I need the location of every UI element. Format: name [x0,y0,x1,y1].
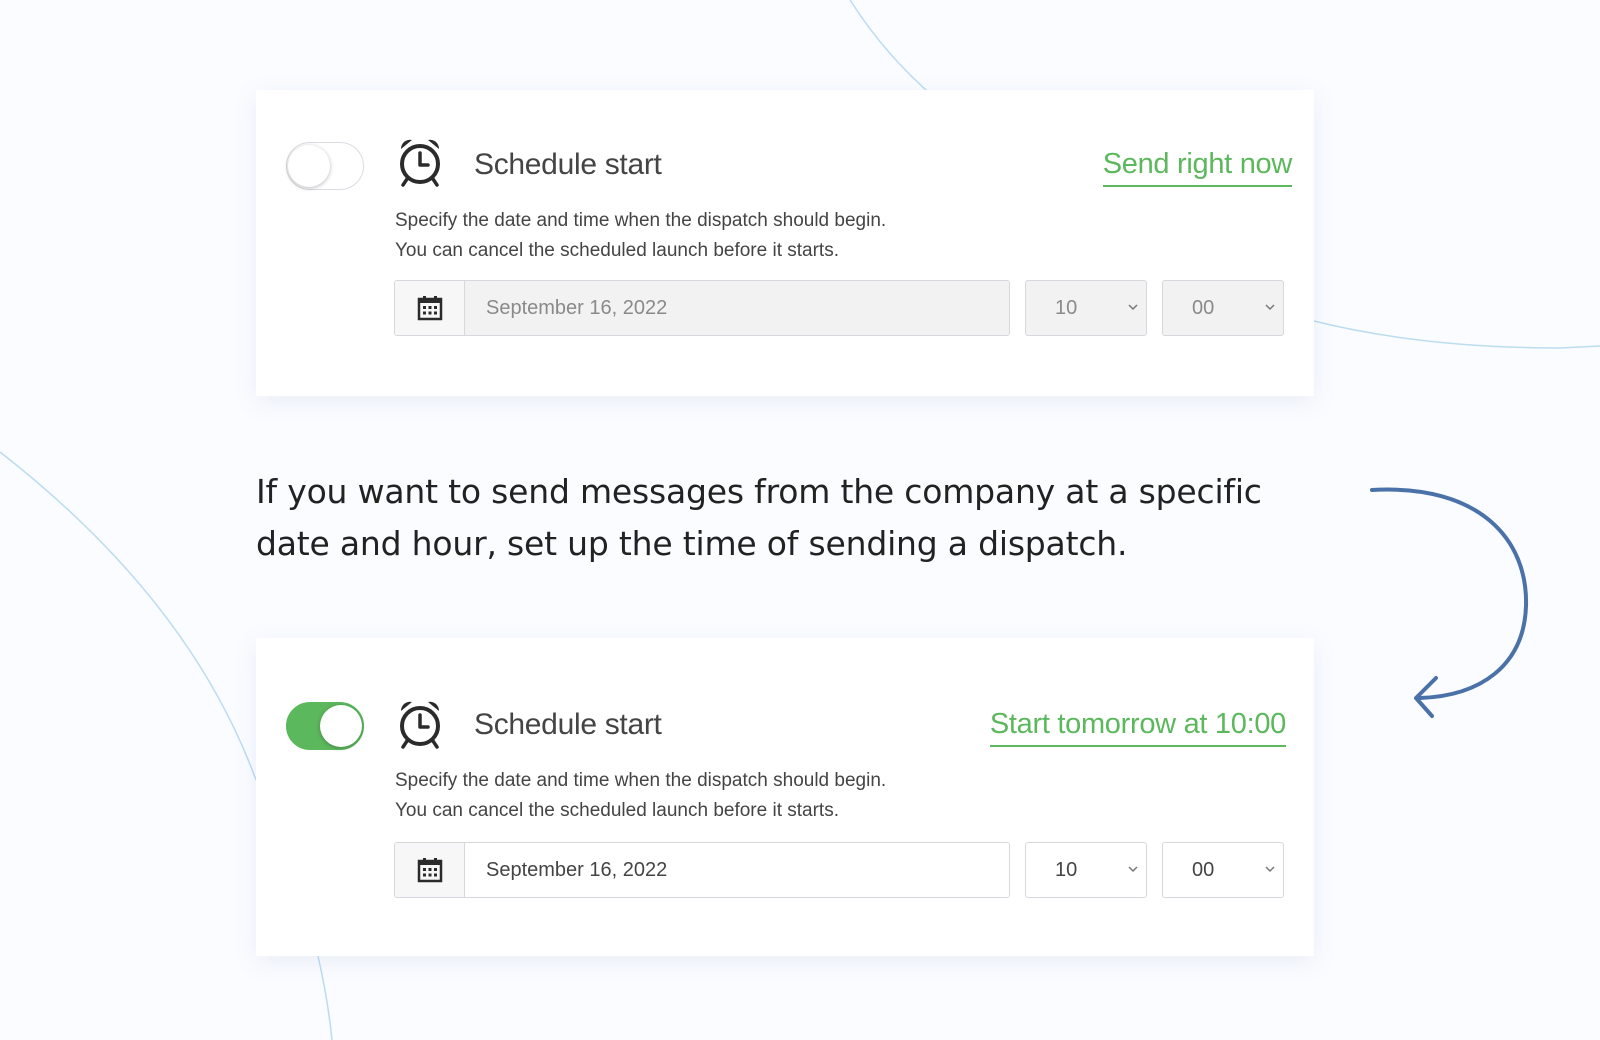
description-line-1: Specify the date and time when the dispa… [395,210,887,231]
date-picker-group: September 16, 2022 [394,842,1010,898]
hour-select[interactable]: 10 [1025,842,1147,898]
alarm-clock-icon [400,139,440,187]
minute-select-value: 00 [1192,296,1215,319]
schedule-toggle[interactable] [286,142,364,190]
chevron-down-icon [1265,866,1275,873]
schedule-description: Specify the date and time when the dispa… [395,206,886,266]
send-right-now-link[interactable]: Send right now [1102,148,1292,187]
chevron-down-icon [1265,304,1275,311]
schedule-card-disabled: Schedule start Send right now Specify th… [256,90,1314,396]
date-picker-group: September 16, 2022 [394,280,1010,336]
alarm-clock-icon [400,701,440,749]
minute-select[interactable]: 00 [1162,842,1284,898]
calendar-icon [417,296,442,321]
toggle-knob [320,705,362,747]
schedule-toggle[interactable] [286,702,364,750]
hour-select-value: 10 [1055,296,1078,319]
hour-select[interactable]: 10 [1025,280,1147,336]
minute-select-value: 00 [1192,858,1215,881]
minute-select[interactable]: 00 [1162,280,1284,336]
schedule-description: Specify the date and time when the dispa… [395,766,886,826]
schedule-title: Schedule start [474,148,662,181]
schedule-title: Schedule start [474,708,662,741]
description-line-1: Specify the date and time when the dispa… [395,770,887,791]
curved-arrow-icon [1370,487,1529,718]
calendar-icon [417,858,442,883]
date-input[interactable]: September 16, 2022 [465,843,1009,897]
calendar-button[interactable] [395,843,465,897]
schedule-card-enabled: Schedule start Start tomorrow at 10:00 S… [256,638,1314,956]
description-line-2: You can cancel the scheduled launch befo… [395,240,839,261]
calendar-button[interactable] [395,281,465,335]
chevron-down-icon [1128,866,1138,873]
chevron-down-icon [1128,304,1138,311]
description-line-2: You can cancel the scheduled launch befo… [395,800,839,821]
hour-select-value: 10 [1055,858,1078,881]
caption-text: If you want to send messages from the co… [256,472,1262,563]
toggle-knob [288,145,330,187]
date-input[interactable]: September 16, 2022 [465,281,1009,335]
stage: Schedule start Send right now Specify th… [0,0,1600,1040]
start-tomorrow-link[interactable]: Start tomorrow at 10:00 [989,708,1286,747]
